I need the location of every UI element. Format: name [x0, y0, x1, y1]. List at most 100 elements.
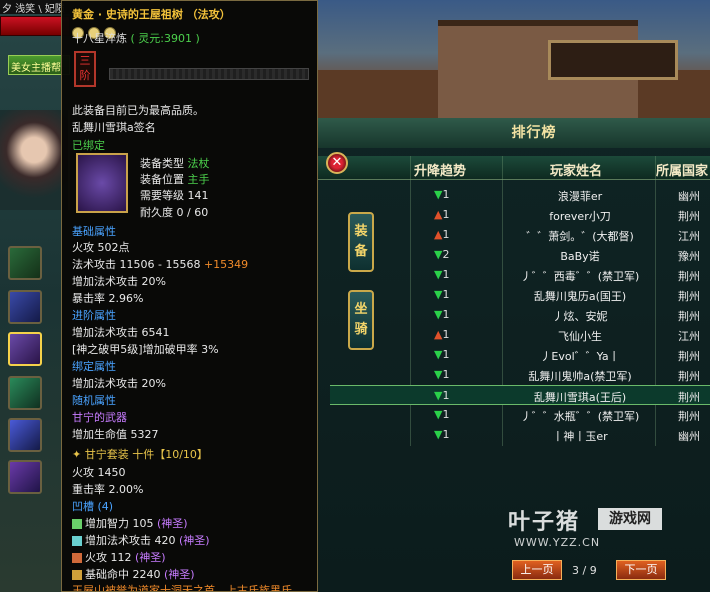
adv-break-armor: [神之破甲5级]增加破甲率 3% [72, 343, 219, 356]
player-name: 乱舞川鬼历a(国王) [533, 290, 627, 303]
player-country: 豫州 [678, 250, 700, 263]
staff-item-icon [76, 153, 128, 213]
player-country: 荆州 [678, 370, 700, 383]
player-name: 乱舞川雪琪a(王后) [533, 391, 627, 404]
random-attr-header: 随机属性 [72, 394, 116, 407]
scene-sign [548, 40, 678, 80]
tier-badge: 三阶 [74, 51, 96, 87]
trend: ▼1 [434, 348, 450, 361]
close-icon[interactable]: ✕ [326, 152, 348, 174]
equip-slot-4[interactable] [8, 376, 42, 410]
ranking-row[interactable]: ▼1 丿炫、安妮 荆州 [330, 305, 710, 325]
crit-rate: 暴击率 2.96% [72, 292, 144, 305]
player-name: 丿゛゛西毒゛゛(禁卫军) [520, 270, 640, 283]
next-page-button[interactable]: 下一页 [616, 560, 666, 580]
player-country: 幽州 [678, 430, 700, 443]
ranking-row[interactable]: ▼1 丿゛゛水瓶゛゛(禁卫军) 荆州 [330, 405, 710, 425]
ranking-row[interactable]: ▼1 浪漫菲er 幽州 [330, 185, 710, 205]
set-name: ✦ 甘宁套装 十件【10/10】 [72, 448, 208, 461]
refine-progress-bar [109, 68, 309, 80]
player-name-bar: 夕 浅笑 \ 妃陨 [0, 0, 70, 14]
gem-icon [72, 553, 82, 563]
player-name: 丿゛゛水瓶゛゛(禁卫军) [520, 410, 640, 423]
gem-3: 火攻 112 (神圣) [72, 549, 166, 565]
trend: ▼1 [434, 308, 450, 321]
player-name: ゛゛萧剑。゛(大都督) [526, 230, 634, 243]
adv-magic-attack: 增加法术攻击 6541 [72, 326, 170, 339]
ranking-row[interactable]: ▼1 丿゛゛西毒゛゛(禁卫军) 荆州 [330, 265, 710, 285]
player-country: 幽州 [678, 190, 700, 203]
player-name: 丿炫、安妮 [552, 310, 608, 323]
item-lore: 王屋山被誉为道家十洞天之首，上古氏族黑氏 [72, 584, 292, 592]
gem-4: 基础命中 2240 (神圣) [72, 566, 195, 582]
watermark-url: WWW.YZZ.CN [514, 536, 601, 549]
equip-slot-6[interactable] [8, 460, 42, 494]
player-name: 浪漫菲er [557, 190, 603, 203]
trend: ▲1 [434, 208, 450, 221]
player-country: 荆州 [678, 310, 700, 323]
player-country: 荆州 [678, 350, 700, 363]
ranking-row[interactable]: ▼1 丨神丨玉er 幽州 [330, 425, 710, 445]
ranking-title: 排行榜 [318, 118, 710, 148]
ranking-row[interactable]: ▲1 forever小刀 荆州 [330, 205, 710, 225]
ranking-row[interactable]: ▲1 飞仙小生 江州 [330, 325, 710, 345]
max-quality-text: 此装备目前已为最高品质。 [72, 104, 204, 117]
item-tooltip: 黄金 · 史诗的王屋祖树 （法攻） 十八星淬炼 ( 灵元:3901 ) 三阶 此… [61, 0, 318, 592]
player-name: 丿Evol゛゛Ya丨 [540, 350, 620, 363]
hp-bar [0, 16, 70, 36]
ranking-row[interactable]: ▲1 ゛゛萧剑。゛(大都督) 江州 [330, 225, 710, 245]
player-country: 荆州 [678, 391, 700, 404]
gem-2: 增加法术攻击 420 (神圣) [72, 532, 210, 548]
trend: ▼2 [434, 248, 450, 261]
magic-attack-pct: 增加法术攻击 20% [72, 275, 166, 288]
bound-magic-attack: 增加法术攻击 20% [72, 377, 166, 390]
equip-position: 装备位置 主手 [140, 173, 210, 186]
ranking-row[interactable]: ▼1 乱舞川鬼历a(国王) 荆州 [330, 285, 710, 305]
equip-slot-5[interactable] [8, 418, 42, 452]
col-trend: 升降趋势 [414, 164, 467, 179]
random-weapon: 甘宁的武器 [72, 411, 127, 424]
trend: ▼1 [434, 389, 450, 402]
bound-attr-header: 绑定属性 [72, 360, 116, 373]
required-level: 需要等级 141 [140, 189, 209, 202]
socket-header: 凹槽 (4) [72, 500, 114, 513]
set-crit: 重击率 2.00% [72, 483, 144, 496]
ranking-row[interactable]: ▼1 丿Evol゛゛Ya丨 荆州 [330, 345, 710, 365]
prev-page-button[interactable]: 上一页 [512, 560, 562, 580]
watermark-box: 游戏网 [598, 508, 662, 530]
equip-slot-2[interactable] [8, 290, 42, 324]
gem-icon [72, 519, 82, 529]
trend: ▼1 [434, 408, 450, 421]
gem-icon [72, 570, 82, 580]
player-name: 丨神丨玉er [552, 430, 608, 443]
trend: ▼1 [434, 188, 450, 201]
ranking-row[interactable]: ▼1 乱舞川鬼帅a(禁卫军) 荆州 [330, 365, 710, 385]
equip-slot-1[interactable] [8, 246, 42, 280]
equip-slot-weapon[interactable] [8, 332, 42, 366]
player-country: 江州 [678, 230, 700, 243]
equip-type: 装备类型 法杖 [140, 157, 210, 170]
character-portrait [0, 110, 70, 210]
ranking-header: 升降趋势 玩家姓名 所属国家 [318, 156, 710, 180]
col-player: 玩家姓名 [550, 164, 603, 179]
trend: ▼1 [434, 428, 450, 441]
random-hp: 增加生命值 5327 [72, 428, 159, 441]
refine-level: 十八星淬炼 ( 灵元:3901 ) [72, 32, 200, 45]
trend: ▼1 [434, 288, 450, 301]
ranking-row[interactable]: ▼1 乱舞川雪琪a(王后) 荆州 [330, 385, 710, 405]
col-country: 所属国家 [656, 164, 709, 179]
trend: ▼1 [434, 268, 450, 281]
gem-icon [72, 536, 82, 546]
player-country: 江州 [678, 330, 700, 343]
base-attr-header: 基础属性 [72, 225, 116, 238]
player-name: forever小刀 [549, 210, 611, 223]
player-name: BaBy诺 [560, 250, 600, 263]
page-indicator: 3 / 9 [572, 564, 597, 577]
player-country: 荆州 [678, 290, 700, 303]
player-name: 飞仙小生 [558, 330, 602, 343]
item-title: 黄金 · 史诗的王屋祖树 （法攻） [72, 8, 231, 21]
advanced-attr-header: 进阶属性 [72, 309, 116, 322]
trend: ▼1 [434, 368, 450, 381]
player-country: 荆州 [678, 210, 700, 223]
ranking-row[interactable]: ▼2 BaBy诺 豫州 [330, 245, 710, 265]
